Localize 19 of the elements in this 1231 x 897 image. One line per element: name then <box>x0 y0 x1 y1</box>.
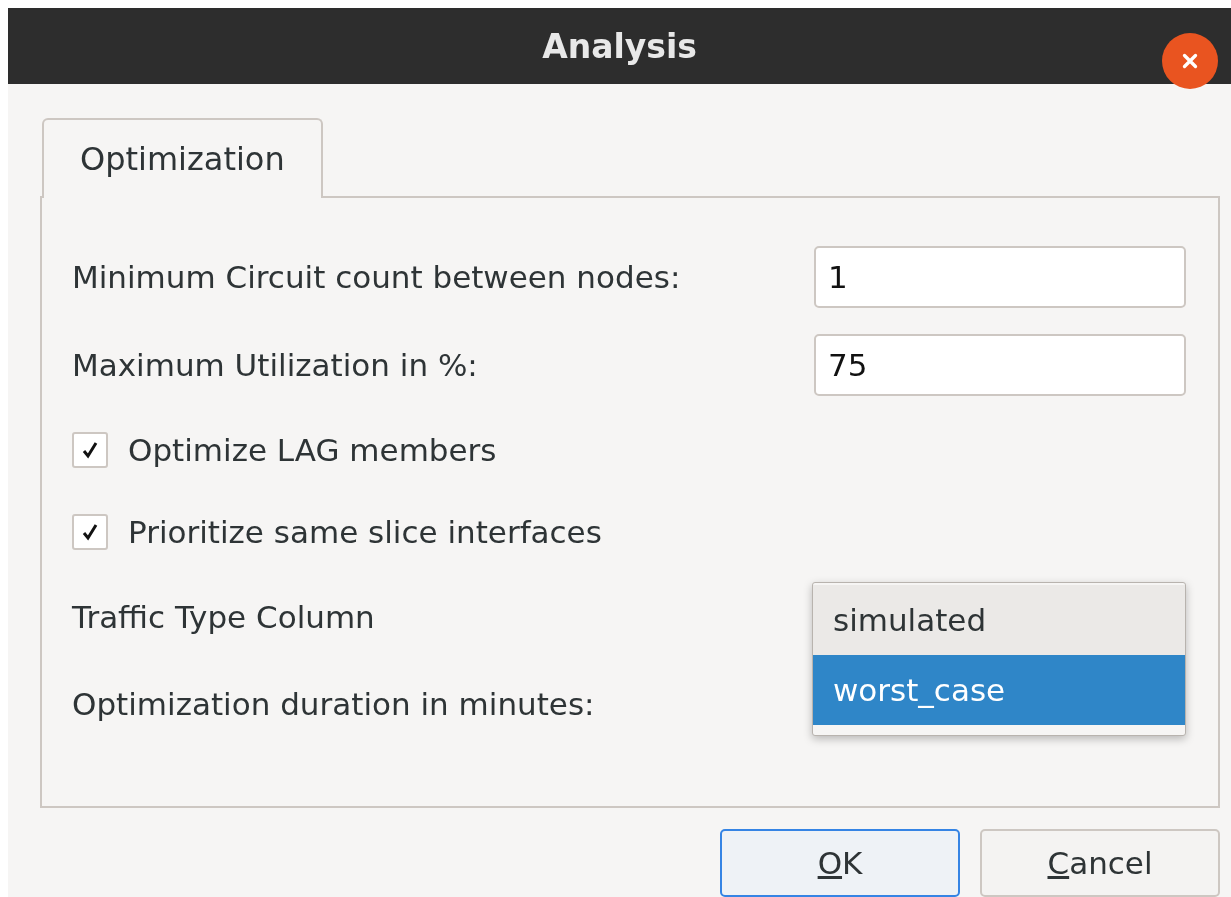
tab[interactable]: Optimization <box>42 118 323 198</box>
field-label: Traffic Type Column <box>72 599 375 635</box>
field-label: Minimum Circuit count between nodes: <box>72 259 681 295</box>
checkbox[interactable] <box>72 514 108 550</box>
dialog-button[interactable]: OK <box>720 829 960 897</box>
dialog-button[interactable]: Cancel <box>980 829 1220 897</box>
dropdown-option[interactable]: worst_case <box>813 655 1185 725</box>
input-field[interactable]: 1 <box>814 246 1186 308</box>
field-label: Optimization duration in minutes: <box>72 686 595 722</box>
checkbox-label: Prioritize same slice interfaces <box>128 514 602 550</box>
checkmark-icon <box>80 440 100 460</box>
close-button[interactable] <box>1162 33 1218 89</box>
window-title: Analysis <box>542 26 697 66</box>
checkbox[interactable] <box>72 432 108 468</box>
field-label: Maximum Utilization in %: <box>72 347 478 383</box>
checkbox-label: Optimize LAG members <box>128 432 497 468</box>
input-field[interactable]: 75 <box>814 334 1186 396</box>
dropdown-option[interactable]: simulated <box>813 585 1185 655</box>
checkmark-icon <box>80 522 100 542</box>
